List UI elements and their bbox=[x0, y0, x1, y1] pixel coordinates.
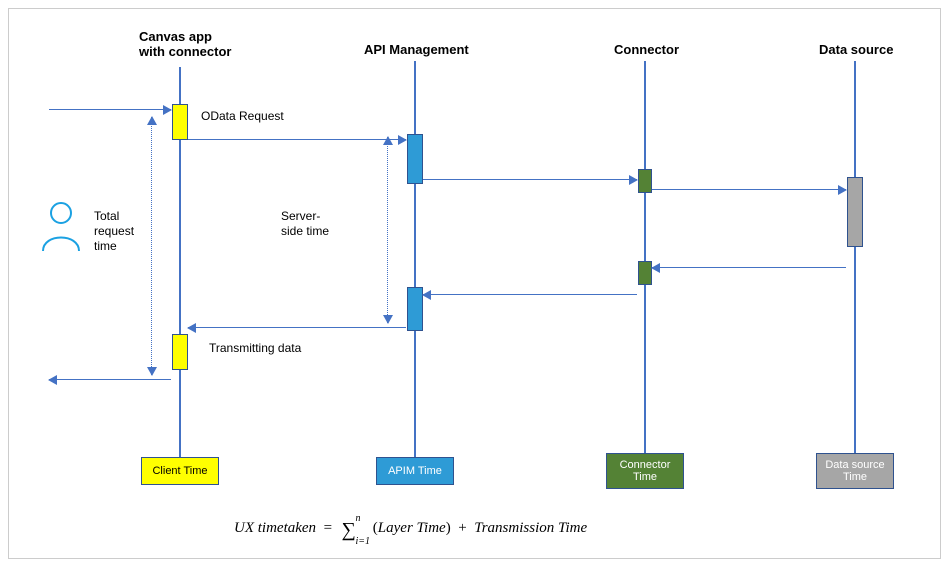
header-client-l1: Canvas app bbox=[139, 29, 212, 44]
label-transmitting-data: Transmitting data bbox=[209, 341, 301, 356]
header-apim: API Management bbox=[364, 42, 469, 57]
arrow-client-to-user bbox=[49, 379, 171, 380]
footer-datasource-time: Data sourceTime bbox=[816, 453, 894, 489]
formula: UX timetaken = ∑ni=1 (Layer Time) + Tran… bbox=[234, 519, 587, 542]
label-total-request-time: Total request time bbox=[94, 209, 134, 254]
span-total-request-time bbox=[151, 117, 152, 375]
activation-connector-1 bbox=[638, 169, 652, 193]
header-client: Canvas app with connector bbox=[139, 29, 231, 59]
diagram-frame: Canvas app with connector API Management… bbox=[8, 8, 941, 559]
arrow-user-to-client bbox=[49, 109, 171, 110]
label-odata-request: OData Request bbox=[201, 109, 284, 124]
user-icon bbox=[39, 199, 83, 253]
activation-client-1 bbox=[172, 104, 188, 140]
span-server-side-time bbox=[387, 137, 388, 323]
arrow-datasource-to-connector bbox=[652, 267, 846, 268]
lifeline-apim bbox=[414, 61, 416, 457]
activation-apim-1 bbox=[407, 134, 423, 184]
footer-connector-time: ConnectorTime bbox=[606, 453, 684, 489]
arrow-connector-to-apim bbox=[423, 294, 637, 295]
arrow-apim-to-client bbox=[188, 327, 406, 328]
arrow-client-to-apim bbox=[188, 139, 406, 140]
label-server-side-time: Server- side time bbox=[281, 209, 329, 239]
header-client-l2: with connector bbox=[139, 44, 231, 59]
header-datasource: Data source bbox=[819, 42, 893, 57]
activation-apim-2 bbox=[407, 287, 423, 331]
activation-datasource bbox=[847, 177, 863, 247]
lifeline-connector bbox=[644, 61, 646, 457]
header-connector: Connector bbox=[614, 42, 679, 57]
arrow-apim-to-connector bbox=[423, 179, 637, 180]
sequence-diagram: Canvas app with connector API Management… bbox=[9, 9, 940, 558]
arrow-connector-to-datasource bbox=[652, 189, 846, 190]
activation-client-2 bbox=[172, 334, 188, 370]
lifeline-datasource bbox=[854, 61, 856, 457]
activation-connector-2 bbox=[638, 261, 652, 285]
footer-client-time: Client Time bbox=[141, 457, 219, 485]
sigma-icon: ∑ni=1 bbox=[342, 519, 356, 542]
footer-apim-time: APIM Time bbox=[376, 457, 454, 485]
